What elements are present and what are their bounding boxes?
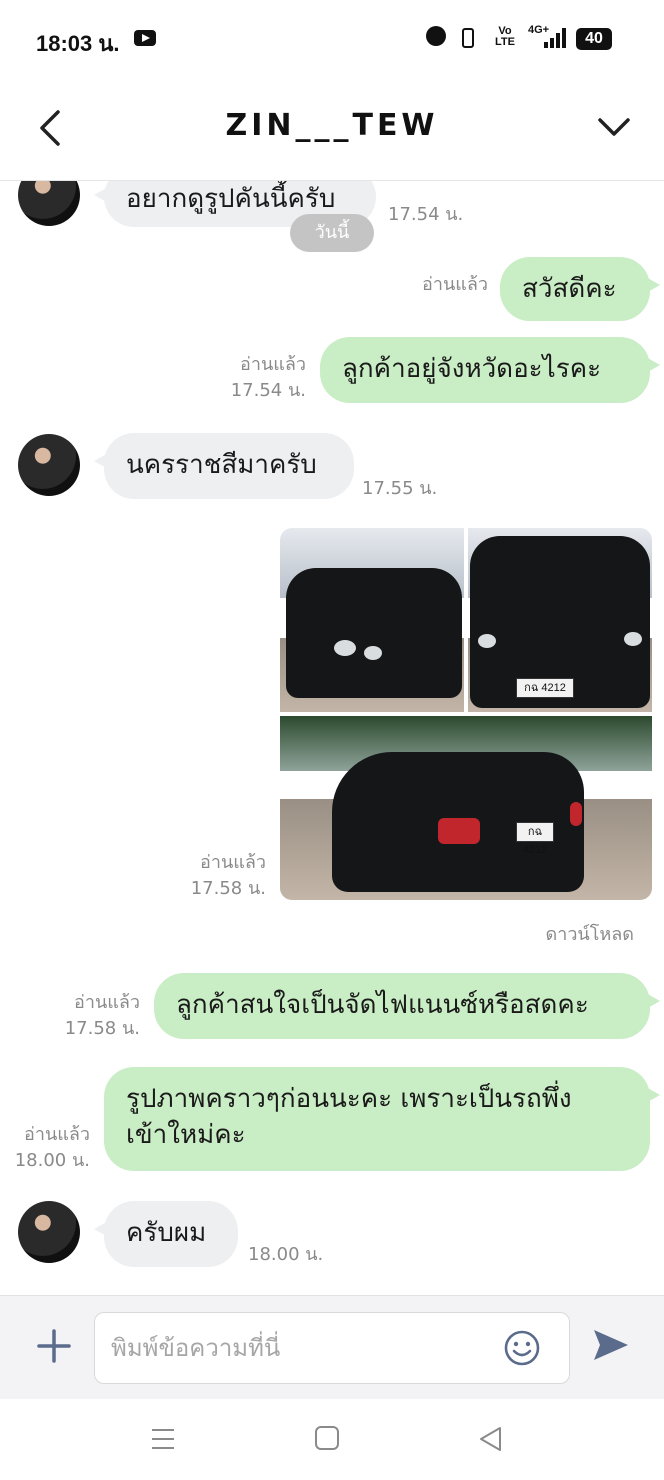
battery-icon: 40 [576, 28, 612, 50]
home-icon[interactable] [314, 1425, 340, 1451]
message-time: 18.00 น. [248, 1244, 324, 1265]
license-plate: กฉ 4212 [516, 678, 574, 698]
read-receipt: อ่านแล้ว [200, 852, 266, 873]
message-bubble-incoming[interactable]: นครราชสีมาครับ [94, 433, 354, 499]
message-text: นครราชสีมาครับ [126, 450, 317, 480]
download-link[interactable]: ดาวน์โหลด [546, 919, 634, 948]
message-text-line-2: เข้าใหม่คะ [126, 1120, 246, 1150]
message-text: ครับผม [126, 1218, 207, 1248]
alarm-icon [426, 26, 446, 46]
message-field[interactable] [94, 1312, 570, 1384]
status-bar: 18:03 น. Vo LTE 4G+ 40 [0, 0, 664, 80]
back-nav-icon[interactable] [478, 1425, 502, 1453]
contact-name[interactable]: ZIN___TEW [170, 108, 494, 148]
car-photo-2[interactable]: กฉ 4212 [468, 528, 652, 712]
message-bubble-outgoing[interactable]: สวัสดีคะ [500, 257, 660, 321]
avatar[interactable] [18, 1201, 80, 1263]
message-bubble-outgoing[interactable]: ลูกค้าอยู่จังหวัดอะไรคะ [320, 337, 660, 403]
back-arrow-icon[interactable] [36, 108, 66, 148]
read-receipt: อ่านแล้ว [240, 354, 306, 375]
system-nav-bar [0, 1399, 664, 1480]
read-receipt: อ่านแล้ว [24, 1124, 90, 1145]
photo-grid[interactable]: กฉ 4212 กฉ 4212 [280, 528, 652, 900]
avatar[interactable] [18, 181, 80, 226]
message-time: 17.54 น. [230, 380, 306, 401]
message-input-bar [0, 1295, 664, 1400]
chevron-down-icon[interactable] [596, 110, 632, 146]
volte-indicator: Vo LTE [495, 25, 515, 48]
message-time: 18.00 น. [14, 1150, 90, 1171]
recent-apps-icon[interactable] [150, 1427, 176, 1451]
car-photo-1[interactable] [280, 528, 464, 712]
status-time: 18:03 น. [36, 31, 120, 56]
signal-icon [544, 28, 568, 48]
message-bubble-outgoing[interactable]: ลูกค้าสนใจเป็นจัดไฟแนนซ์หรือสดคะ [154, 973, 660, 1039]
message-text: สวัสดีคะ [522, 274, 617, 304]
emoji-icon[interactable] [503, 1329, 541, 1367]
message-text-line-1: รูปภาพคราวๆก่อนนะคะ เพราะเป็นรถพึ่ง [126, 1084, 572, 1114]
chat-area[interactable]: อยากดูรูปคันนี้ครับ 17.54 น. วันนี้ อ่าน… [0, 181, 664, 1294]
plus-icon[interactable] [36, 1328, 72, 1364]
send-icon[interactable] [592, 1326, 630, 1364]
read-receipt: อ่านแล้ว [422, 274, 488, 295]
car-photo-3[interactable]: กฉ 4212 [280, 716, 652, 900]
message-input[interactable] [109, 1327, 493, 1369]
message-text: ลูกค้าสนใจเป็นจัดไฟแนนซ์หรือสดคะ [176, 990, 589, 1020]
read-receipt: อ่านแล้ว [74, 992, 140, 1013]
youtube-icon [134, 30, 156, 46]
message-time: 17.55 น. [362, 478, 438, 499]
message-text: อยากดูรูปคันนี้ครับ [126, 184, 336, 214]
license-plate: กฉ 4212 [516, 822, 554, 856]
message-bubble-outgoing[interactable]: รูปภาพคราวๆก่อนนะคะ เพราะเป็นรถพึ่ง เข้า… [104, 1067, 660, 1171]
date-separator: วันนี้ [290, 214, 374, 252]
avatar[interactable] [18, 434, 80, 496]
message-bubble-incoming[interactable]: ครับผม [94, 1201, 238, 1267]
message-text: ลูกค้าอยู่จังหวัดอะไรคะ [342, 354, 602, 384]
message-time: 17.58 น. [64, 1018, 140, 1039]
vibrate-icon [462, 28, 474, 48]
chat-header: ZIN___TEW [0, 80, 664, 181]
message-time: 17.54 น. [388, 204, 464, 225]
message-time: 17.58 น. [190, 878, 266, 899]
